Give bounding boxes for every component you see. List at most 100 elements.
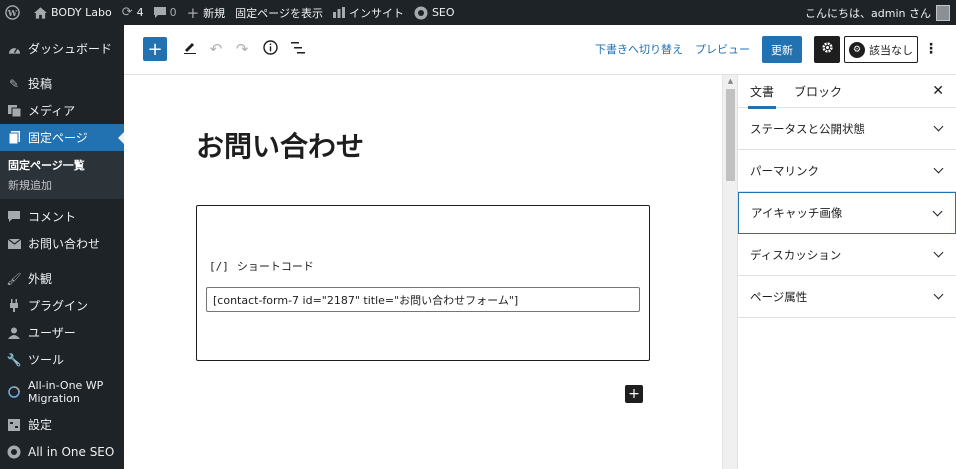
sidebar-item-label: ツール [28, 353, 65, 367]
chevron-down-icon [933, 247, 944, 258]
submenu-item-add-new[interactable]: 新規追加 [0, 175, 124, 195]
sidebar-item-plugins[interactable]: プラグイン [0, 292, 124, 319]
shortcode-label: ショートコード [236, 260, 314, 273]
panel-page-attributes[interactable]: ページ属性 [738, 276, 956, 318]
plugin-label: 該当なし [869, 43, 913, 57]
scrollbar-thumb[interactable] [726, 89, 735, 181]
editor-header: + ↶ ↷ 下書きへ切り替え プレビュー 更新 ⚙ 該当なし ⋮ [124, 25, 956, 75]
sidebar-item-migration[interactable]: All-in-One WP Migration [0, 373, 124, 411]
aioseo-score-button[interactable]: ⚙ 該当なし [844, 36, 918, 63]
sidebar-item-label: プラグイン [28, 299, 89, 313]
insights-link[interactable]: インサイト [328, 0, 409, 25]
sidebar-item-settings[interactable]: 設定 [0, 411, 124, 438]
redo-button[interactable]: ↷ [232, 37, 252, 61]
panel-discussion[interactable]: ディスカッション [738, 234, 956, 276]
media-icon [6, 103, 22, 119]
panel-title: ステータスと公開状態 [750, 121, 865, 136]
add-block-button[interactable]: + [625, 385, 643, 403]
pin-icon: ✎ [8, 76, 20, 91]
tools-button[interactable] [180, 37, 200, 61]
editor-canvas: お問い合わせ [/] ショートコード [contact-form-7 id="2… [124, 75, 722, 469]
settings-toggle-button[interactable] [814, 36, 840, 63]
submenu-item-all-pages[interactable]: 固定ページ一覧 [0, 155, 124, 175]
sidebar-item-label: メディア [28, 104, 76, 118]
list-view-button[interactable] [288, 37, 308, 61]
seo-link[interactable]: SEO [409, 0, 460, 25]
chevron-down-icon [933, 289, 944, 300]
migration-icon [6, 384, 22, 400]
shortcode-block-label: [/] ショートコード [209, 258, 314, 274]
seo-gear-icon [6, 444, 22, 460]
tab-document[interactable]: 文書 [747, 75, 777, 109]
comments-count: 0 [169, 6, 177, 19]
sidebar-item-label: 外観 [28, 272, 53, 286]
panel-status-visibility[interactable]: ステータスと公開状態 [738, 108, 956, 150]
tab-block[interactable]: ブロック [794, 75, 842, 108]
undo-button[interactable]: ↶ [206, 37, 226, 61]
sidebar-item-pages[interactable]: 固定ページ [0, 124, 124, 151]
migration-label-line1: All-in-One WP [28, 379, 104, 392]
site-name-label: BODY Labo [51, 6, 112, 19]
greeting-text: こんにちは、admin さん [805, 6, 931, 20]
sidebar-item-label: All-in-One WP Migration [28, 379, 103, 405]
sidebar-item-contact[interactable]: お問い合わせ [0, 230, 124, 257]
seo-gear-icon: ⚙ [849, 41, 865, 58]
block-inserter-button[interactable]: + [143, 37, 167, 61]
site-name-link[interactable]: BODY Labo [29, 0, 117, 25]
chevron-down-icon [932, 206, 943, 216]
insights-label: インサイト [348, 6, 404, 20]
new-label: 新規 [203, 6, 226, 20]
sidebar-item-users[interactable]: ユーザー [0, 319, 124, 346]
pencil-icon [183, 40, 197, 58]
avatar [936, 4, 950, 21]
panel-title: パーマリンク [750, 163, 819, 178]
sidebar-item-label: コメント [28, 210, 77, 224]
seo-label: SEO [431, 6, 455, 19]
plus-icon: + [186, 3, 200, 22]
sidebar-item-comments[interactable]: コメント [0, 203, 124, 230]
svg-text:W: W [7, 8, 18, 18]
updates-count: 4 [136, 6, 144, 19]
sidebar-item-appearance[interactable]: 🖌 外観 [0, 265, 124, 292]
dashboard-icon [6, 41, 22, 57]
sidebar-item-aioseo[interactable]: All in One SEO [0, 438, 124, 465]
panel-title: アイキャッチ画像 [751, 206, 843, 220]
shortcode-icon: [/] [209, 259, 229, 273]
settings-tabs: 文書 ブロック ✕ [738, 75, 956, 109]
scroll-up-arrow-icon[interactable]: ▲ [723, 75, 738, 87]
chevron-down-icon [933, 163, 944, 174]
preview-link[interactable]: プレビュー [695, 41, 750, 57]
page-title[interactable]: お問い合わせ [196, 125, 364, 165]
wp-logo-button[interactable]: W [0, 0, 29, 25]
chevron-down-icon [933, 121, 944, 132]
details-button[interactable] [260, 37, 280, 61]
new-content-link[interactable]: + 新規 [182, 0, 231, 25]
panel-permalink[interactable]: パーマリンク [738, 150, 956, 192]
plugin-icon [6, 298, 22, 314]
more-vertical-icon: ⋮ [924, 41, 938, 57]
sidebar-item-label: ダッシュボード [28, 42, 113, 56]
undo-icon: ↶ [209, 40, 223, 58]
sidebar-item-tools[interactable]: 🔧 ツール [0, 346, 124, 373]
comments-link[interactable]: 0 [149, 0, 182, 25]
more-options-button[interactable]: ⋮ [924, 37, 938, 61]
canvas-scrollbar[interactable]: ▲ [722, 75, 737, 469]
sidebar-item-media[interactable]: メディア [0, 97, 124, 124]
my-account-link[interactable]: こんにちは、admin さん [805, 4, 956, 21]
updates-link[interactable]: ⟳ 4 [117, 0, 149, 25]
sidebar-item-posts[interactable]: ✎ 投稿 [0, 70, 124, 97]
panel-featured-image[interactable]: アイキャッチ画像 [738, 192, 956, 234]
close-icon[interactable]: ✕ [932, 83, 944, 99]
shortcode-input[interactable]: [contact-form-7 id="2187" title="お問い合わせフ… [206, 287, 640, 312]
switch-to-draft-link[interactable]: 下書きへ切り替え [595, 41, 683, 57]
migration-label-line2: Migration [28, 392, 80, 405]
admin-sidebar: ダッシュボード ✎ 投稿 メディア 固定ページ 固定ページ一覧 新規追加 コメン… [0, 25, 124, 469]
update-button[interactable]: 更新 [762, 36, 802, 63]
info-icon [262, 39, 278, 59]
shortcode-block[interactable]: [/] ショートコード [contact-form-7 id="2187" ti… [196, 205, 650, 361]
view-page-link[interactable]: 固定ページを表示 [230, 0, 328, 25]
sidebar-item-dashboard[interactable]: ダッシュボード [0, 35, 124, 62]
refresh-icon: ⟳ [121, 5, 133, 20]
plus-icon: + [147, 38, 163, 60]
wordpress-icon: W [5, 5, 20, 20]
